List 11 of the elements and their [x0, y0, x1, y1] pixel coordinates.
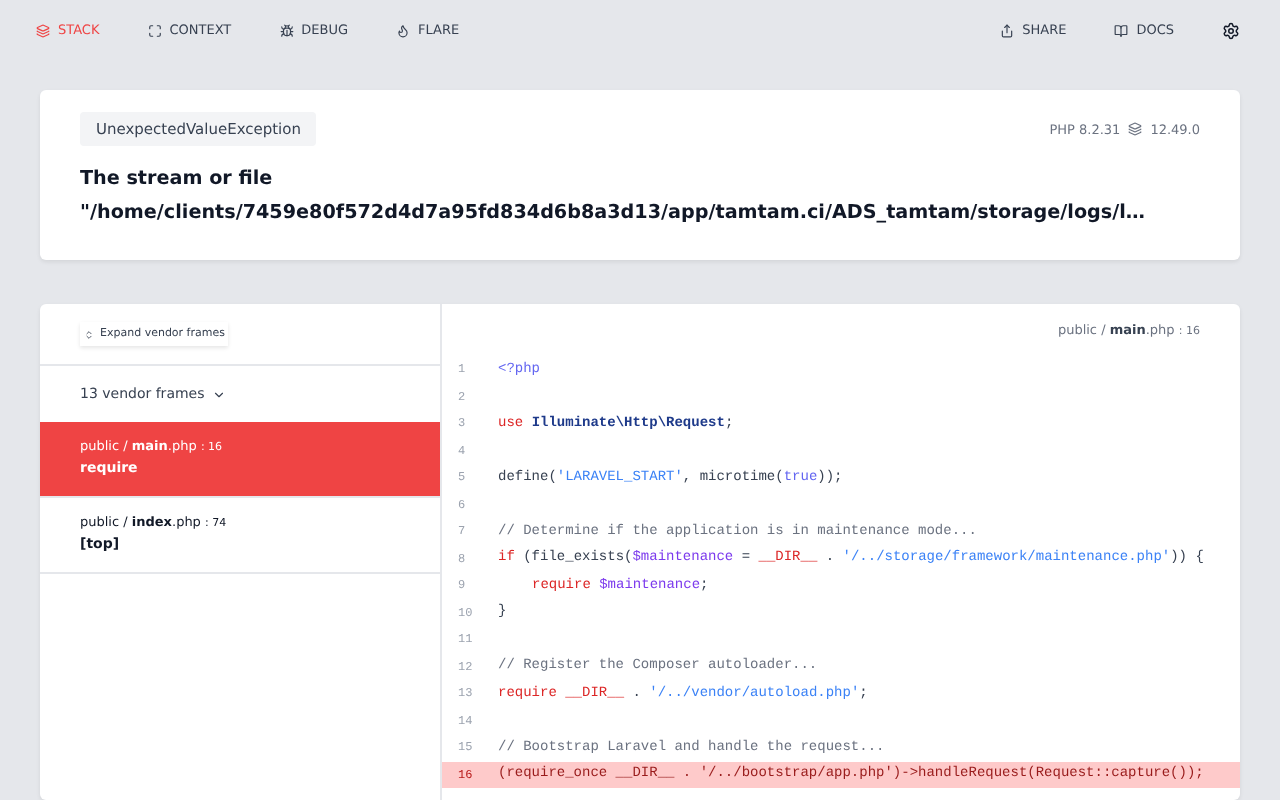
chevrons-icon	[84, 329, 94, 339]
settings-icon[interactable]	[1222, 21, 1240, 39]
chevron-down-icon	[212, 387, 227, 401]
exception-message: The stream or file "/home/clients/7459e80f572d4d7a95fd834d6b8a3d13/app/tamtam.ci/ADS_tamtam/storage/logs/l…	[80, 166, 1145, 228]
book-icon	[1114, 23, 1129, 37]
share-icon	[1000, 23, 1015, 37]
bug-icon	[279, 23, 294, 37]
flame-icon	[396, 23, 411, 37]
layers-icon	[36, 23, 50, 37]
layers-icon	[1128, 122, 1143, 136]
frame-icon	[147, 23, 162, 37]
